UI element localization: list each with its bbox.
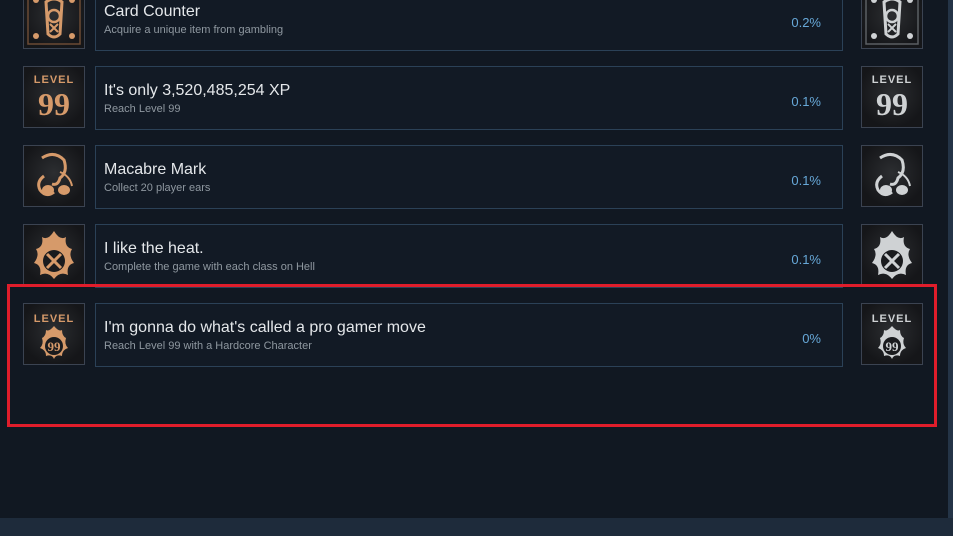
- achievement-description: Reach Level 99: [104, 103, 181, 115]
- achievement-info-box[interactable]: It's only 3,520,485,254 XP Reach Level 9…: [95, 66, 843, 130]
- level-99-icon: LEVEL 99: [861, 66, 923, 128]
- level-99-icon: LEVEL 99: [23, 66, 85, 128]
- achievement-unlock-percent: 0.1%: [791, 173, 821, 188]
- ears-icon: [23, 145, 85, 207]
- achievement-description: Acquire a unique item from gambling: [104, 24, 284, 36]
- icon-99-text: 99: [886, 339, 900, 354]
- icon-level-text: LEVEL: [872, 74, 912, 86]
- icon-99-text: 99: [876, 86, 908, 122]
- achievement-title: I like the heat.: [104, 240, 204, 257]
- gambler-card-icon: [861, 0, 923, 49]
- achievement-row: I like the heat. Complete the game with …: [0, 224, 948, 288]
- achievement-info-box[interactable]: Card Counter Acquire a unique item from …: [95, 0, 843, 51]
- achievement-row: Card Counter Acquire a unique item from …: [0, 0, 948, 51]
- icon-level-text: LEVEL: [34, 313, 74, 325]
- achievement-row: LEVEL 99 I'm gonna do what's called a pr…: [0, 303, 948, 367]
- panel-border: [948, 0, 953, 518]
- flame-swords-icon: [23, 224, 85, 286]
- achievement-description: Reach Level 99 with a Hardcore Character: [104, 340, 312, 352]
- achievement-unlock-percent: 0.1%: [791, 252, 821, 267]
- hardcore-level-99-icon: LEVEL 99: [861, 303, 923, 365]
- panel-footer: [0, 518, 953, 536]
- achievement-row: Macabre Mark Collect 20 player ears 0.1%: [0, 145, 948, 209]
- icon-level-text: LEVEL: [34, 74, 74, 86]
- achievement-title: It's only 3,520,485,254 XP: [104, 82, 291, 99]
- hardcore-level-99-icon: LEVEL 99: [23, 303, 85, 365]
- icon-99-text: 99: [48, 339, 62, 354]
- achievement-unlock-percent: 0.1%: [791, 94, 821, 109]
- achievement-title: I'm gonna do what's called a pro gamer m…: [104, 319, 426, 336]
- achievement-description: Complete the game with each class on Hel…: [104, 261, 315, 273]
- icon-99-text: 99: [38, 86, 70, 122]
- achievement-info-box[interactable]: Macabre Mark Collect 20 player ears 0.1%: [95, 145, 843, 209]
- achievement-info-box[interactable]: I'm gonna do what's called a pro gamer m…: [95, 303, 843, 367]
- achievement-unlock-percent: 0%: [802, 331, 821, 346]
- achievement-description: Collect 20 player ears: [104, 182, 211, 194]
- gambler-card-icon: [23, 0, 85, 49]
- flame-swords-icon: [861, 224, 923, 286]
- achievement-title: Card Counter: [104, 3, 201, 20]
- achievement-info-box[interactable]: I like the heat. Complete the game with …: [95, 224, 843, 288]
- icon-level-text: LEVEL: [872, 313, 912, 325]
- achievement-row: LEVEL 99 It's only 3,520,485,254 XP Reac…: [0, 66, 948, 130]
- achievements-page: Card Counter Acquire a unique item from …: [0, 0, 953, 536]
- ears-icon: [861, 145, 923, 207]
- achievement-title: Macabre Mark: [104, 161, 207, 178]
- achievement-list-panel: Card Counter Acquire a unique item from …: [0, 0, 948, 518]
- achievement-unlock-percent: 0.2%: [791, 15, 821, 30]
